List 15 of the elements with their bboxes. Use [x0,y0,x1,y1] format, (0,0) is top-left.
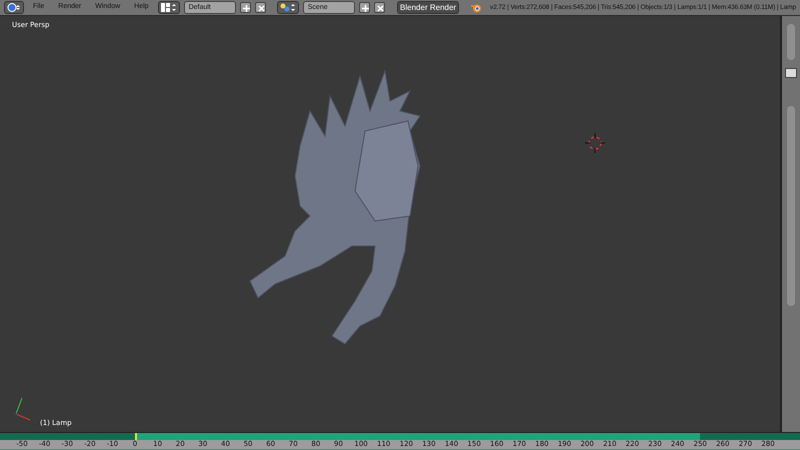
3d-cursor-icon [584,132,606,154]
scene-icon[interactable] [276,1,299,14]
scroll-handle[interactable] [787,106,795,306]
axis-gizmo-icon [15,398,30,420]
render-engine-dropdown[interactable]: Blender Render [397,1,460,14]
info-editor-button[interactable] [4,1,24,14]
add-icon[interactable] [240,2,251,13]
close-icon[interactable] [254,2,266,13]
playhead-marker[interactable] [135,433,138,441]
close-icon[interactable] [374,2,386,13]
layout-icon[interactable] [158,1,180,14]
outliner-icon[interactable] [785,68,797,78]
scroll-handle[interactable] [787,24,795,60]
add-icon[interactable] [359,2,370,13]
blender-logo-icon [471,2,482,12]
